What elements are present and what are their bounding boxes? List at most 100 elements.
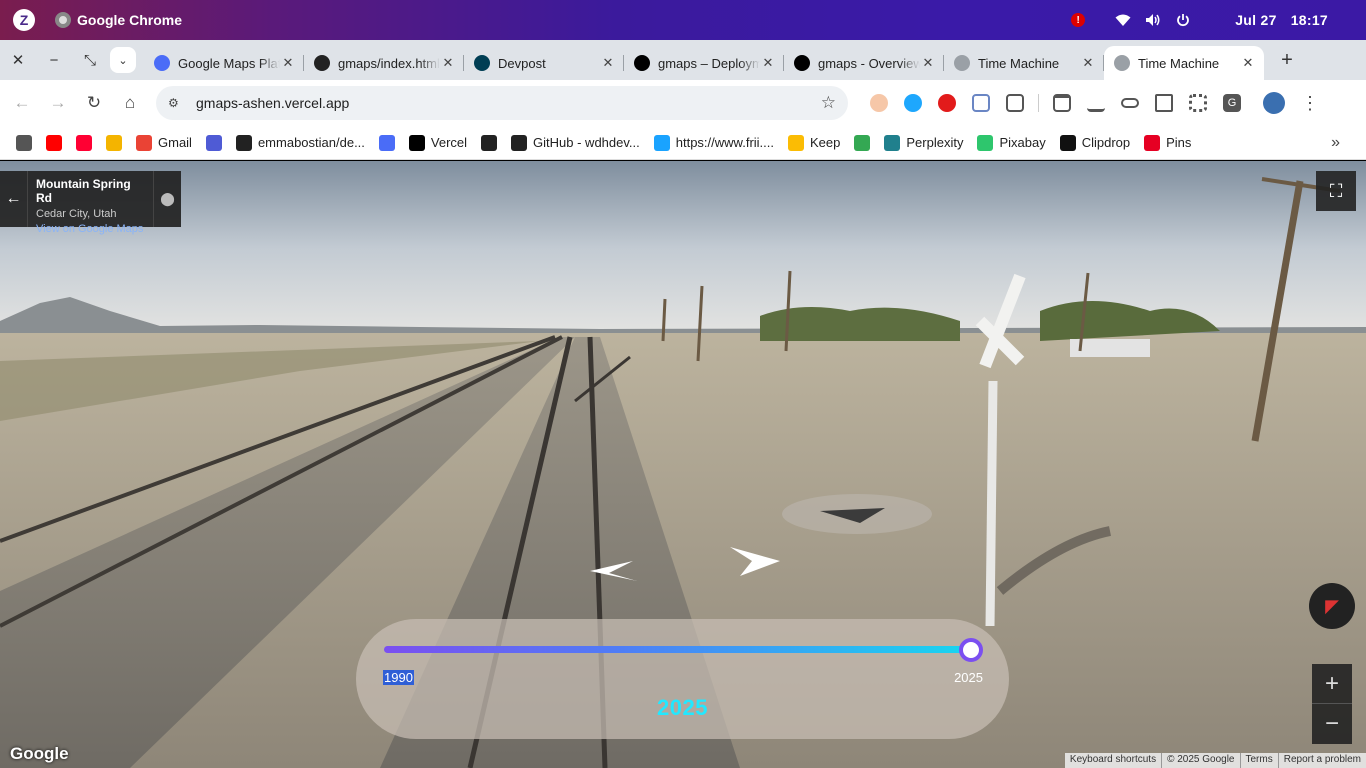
google-logo: Google (10, 744, 69, 763)
back-arrow-icon[interactable]: ← (0, 171, 28, 227)
browser-toolbar: ← → ↻ ⌂ ⚙ gmaps-ashen.vercel.app ☆ G ⋮ (0, 80, 1366, 126)
tab-5[interactable]: Time Machine ✕ (944, 46, 1104, 80)
bookmark-0[interactable] (16, 134, 32, 151)
bookmark-2[interactable] (76, 134, 92, 151)
location-title: Mountain Spring Rd (36, 177, 131, 205)
bookmark-star-icon[interactable]: ☆ (821, 93, 836, 113)
forward-button[interactable]: → (40, 85, 76, 121)
attribution-item[interactable]: Report a problem (1277, 753, 1366, 768)
trash-icon[interactable] (1053, 94, 1071, 112)
github-icon (314, 55, 330, 71)
time-slider-thumb[interactable] (959, 638, 983, 662)
view-on-google-maps-link[interactable]: View on Google Maps (36, 223, 145, 235)
bookmark-17[interactable]: Pins (1144, 134, 1191, 151)
tab-close-icon[interactable]: ✕ (760, 55, 776, 71)
os-top-bar: Z Google Chrome ! Jul 27 18:17 (0, 0, 1366, 40)
zoom-out-button[interactable]: − (1312, 704, 1352, 744)
tab-close-icon[interactable]: ✕ (600, 55, 616, 71)
vercel-icon (634, 55, 650, 71)
tab-6[interactable]: Time Machine ✕ (1104, 46, 1264, 80)
notification-alert-icon[interactable]: ! (1071, 13, 1086, 27)
wifi-icon[interactable] (1115, 12, 1131, 28)
back-button[interactable]: ← (4, 85, 40, 121)
fullscreen-button[interactable]: ⛶ (1316, 171, 1356, 211)
tab-3[interactable]: gmaps – Deployment✕ (624, 46, 784, 80)
bookmark-12[interactable]: Keep (788, 134, 840, 151)
incognito-icon[interactable] (1087, 94, 1105, 112)
os-clock[interactable]: Jul 27 18:17 (1235, 12, 1328, 28)
gmail-icon (136, 134, 152, 151)
reload-button[interactable]: ↻ (76, 85, 112, 121)
maps-icon (154, 55, 170, 71)
new-tab-button[interactable]: + (1272, 45, 1302, 75)
map-attribution-bar: Keyboard shortcuts © 2025 Google Terms Repo… (1064, 753, 1366, 768)
map-pin-icon[interactable]: ⬤ (153, 171, 181, 227)
bookmark-label: Pixabay (999, 135, 1046, 150)
bookmark-6[interactable]: emmabostian/de... (235, 134, 365, 151)
bookmarks-bar: Gmail emmabostian/de... Vercel GitHub - wdh… (0, 126, 1366, 160)
translate-icon[interactable]: G (1223, 94, 1241, 112)
tab-4[interactable]: gmaps - Overview ✕ (784, 46, 944, 80)
bookmark-11[interactable]: https://www.frii.... (653, 134, 774, 151)
attribution-item[interactable]: Terms (1239, 753, 1278, 768)
close-window-button[interactable]: ✕ (0, 40, 36, 80)
tab-title: Devpost (498, 55, 546, 71)
time-slider-track[interactable] (384, 638, 983, 662)
extension-2-icon[interactable] (904, 94, 922, 112)
bookmark-7[interactable] (378, 134, 395, 151)
qr-code-icon[interactable] (1189, 94, 1207, 112)
bookmark-16[interactable]: Clipdrop (1059, 134, 1130, 151)
bookmark-1[interactable] (46, 134, 62, 151)
compass-button[interactable]: ◤ (1309, 583, 1355, 629)
bookmark-15[interactable]: Pixabay (977, 134, 1046, 151)
bookmark-13[interactable] (854, 134, 871, 151)
puzzle-extensions-icon[interactable] (1006, 94, 1024, 112)
menu-kebab-icon[interactable]: ⋮ (1301, 93, 1319, 113)
globe-icon (954, 55, 970, 71)
site-info-icon[interactable]: ⚙ (168, 96, 186, 110)
address-bar[interactable]: ⚙ gmaps-ashen.vercel.app ☆ (156, 86, 848, 120)
tab-close-icon[interactable]: ✕ (280, 55, 296, 71)
tab-close-icon[interactable]: ✕ (1240, 55, 1256, 71)
bookmark-14[interactable]: Perplexity (884, 134, 963, 151)
bookmark-9[interactable] (481, 134, 498, 151)
minimize-window-button[interactable]: − (36, 40, 72, 80)
bookmark-8[interactable]: Vercel (408, 134, 467, 151)
tab-search-button[interactable]: ⌄ (110, 47, 136, 73)
perplexity-icon (884, 134, 901, 151)
profile-avatar[interactable] (1263, 92, 1285, 114)
bookmark-3[interactable] (106, 134, 122, 151)
power-icon[interactable] (1175, 12, 1191, 28)
restore-window-button[interactable]: ⤡ (72, 40, 108, 80)
toolbar-divider (1038, 94, 1039, 112)
tab-1[interactable]: gmaps/index.html ✕ (304, 46, 464, 80)
opera-extension-icon[interactable] (938, 94, 956, 112)
extension-1-icon[interactable] (870, 94, 888, 112)
link-icon[interactable] (1121, 98, 1139, 108)
tab-close-icon[interactable]: ✕ (440, 55, 456, 71)
pinterest-icon (1144, 134, 1161, 151)
tab-2[interactable]: Devpost ✕ (464, 46, 624, 80)
tab-0[interactable]: Google Maps Platform✕ (144, 46, 304, 80)
tab-close-icon[interactable]: ✕ (920, 55, 936, 71)
tab-title: Time Machine (978, 55, 1060, 71)
shield-extension-icon[interactable] (972, 94, 990, 112)
attribution-item[interactable]: Keyboard shortcuts (1065, 753, 1161, 768)
home-button[interactable]: ⌂ (112, 85, 148, 121)
address-url[interactable]: gmaps-ashen.vercel.app (196, 95, 821, 111)
volume-icon[interactable] (1145, 12, 1161, 28)
youtube-music-icon (76, 134, 92, 151)
slider-min-year: 1990 (383, 670, 414, 685)
tab-close-icon[interactable]: ✕ (1080, 55, 1096, 71)
bookmarks-overflow-icon[interactable]: » (1331, 134, 1340, 152)
zoom-in-button[interactable]: + (1312, 664, 1352, 704)
bookmark-4[interactable]: Gmail (136, 134, 192, 151)
devices-icon[interactable] (1155, 94, 1173, 112)
streetview-viewport[interactable]: ← Mountain Spring Rd Cedar City, Utah Vi… (0, 161, 1366, 768)
pixabay-icon (977, 134, 994, 151)
globe-icon (1114, 55, 1130, 71)
bookmark-5[interactable] (205, 134, 222, 151)
tab-title: Time Machine (1138, 55, 1220, 71)
bookmark-10[interactable]: GitHub - wdhdev... (511, 134, 640, 151)
os-launcher-icon[interactable]: Z (13, 9, 35, 31)
